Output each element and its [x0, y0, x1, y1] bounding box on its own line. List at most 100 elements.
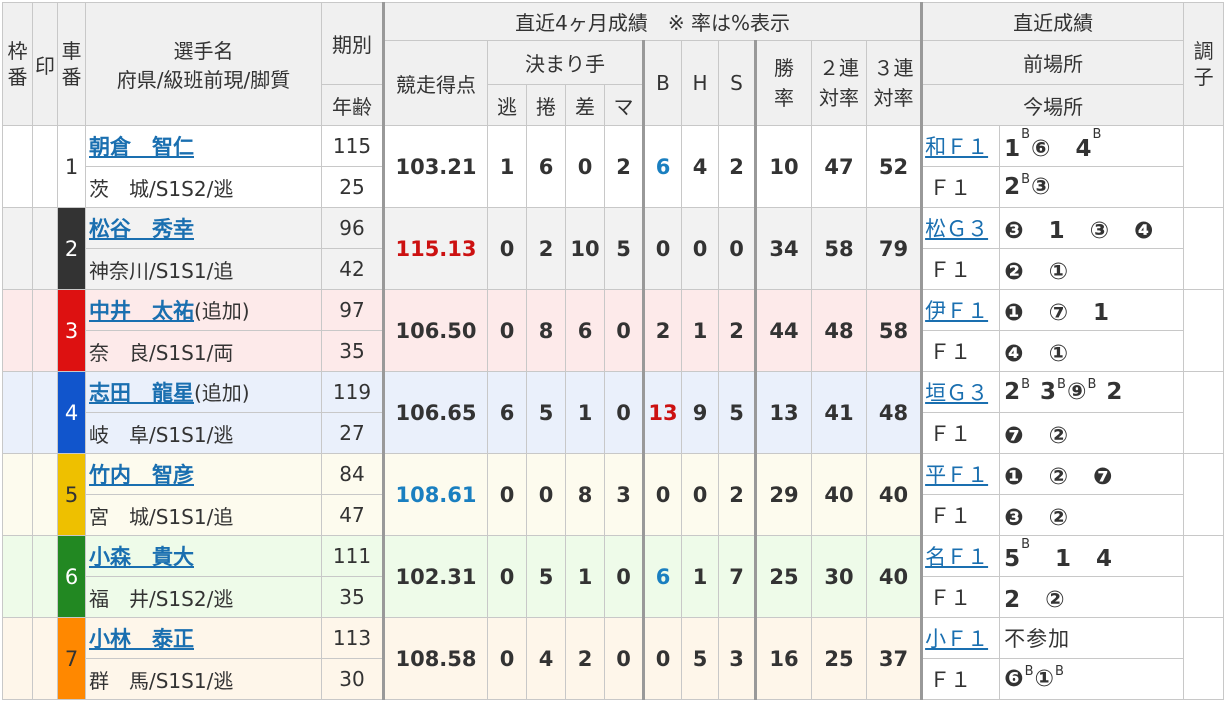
mark-cell — [32, 453, 58, 536]
car-number: 4 — [57, 371, 86, 454]
nige-cell: 0 — [487, 207, 527, 290]
rider-name-link[interactable]: 中井 太祐 — [89, 299, 194, 323]
s-cell: 5 — [718, 371, 756, 454]
mark-k-cell: 0 — [604, 535, 644, 618]
condition-cell — [1183, 453, 1225, 536]
prev-result: ❶ ⑦ 1 — [999, 289, 1185, 331]
term-cell: 115 — [321, 125, 384, 167]
sashi-cell: 1 — [565, 371, 605, 454]
makuri-cell: 8 — [526, 289, 566, 372]
nige-cell: 0 — [487, 535, 527, 618]
s-cell: 2 — [718, 125, 756, 208]
s-cell: 2 — [718, 453, 756, 536]
rider-name-cell: 小林 泰正 — [85, 617, 322, 659]
recent-results-header: 直近成績 — [920, 2, 1185, 41]
rider-name-cell: 中井 太祐(追加) — [85, 289, 322, 331]
cur-venue-cell: Ｆ１ — [920, 576, 1001, 618]
rider-name-link[interactable]: 朝倉 智仁 — [89, 135, 194, 159]
prev-venue-link[interactable]: 小Ｆ１ — [925, 627, 988, 651]
score-cell: 108.61 — [382, 453, 488, 536]
rider-name-link[interactable]: 小林 泰正 — [89, 627, 194, 651]
added-note: (追加) — [194, 381, 250, 405]
rider-sub-info: 岐 阜/S1S1/逃 — [85, 412, 322, 454]
rider-name-cell: 朝倉 智仁 — [85, 125, 322, 167]
condition-cell — [1183, 207, 1225, 290]
prev-venue-link[interactable]: 伊Ｆ１ — [925, 299, 988, 323]
prev-venue-link[interactable]: 垣Ｇ３ — [925, 381, 988, 405]
car-number: 3 — [57, 289, 86, 372]
table-header: 枠番 印 車番 選手名 府県/級班前現/脚質 期別 直近4ヶ月成績 ※ 率は%表… — [2, 2, 1225, 126]
car-number: 7 — [57, 617, 86, 700]
makuri-cell: 2 — [526, 207, 566, 290]
rider-sub-info: 群 馬/S1S1/逃 — [85, 658, 322, 700]
mark-cell — [32, 125, 58, 208]
prev-venue-cell: 伊Ｆ１ — [920, 289, 1001, 331]
score-cell: 106.65 — [382, 371, 488, 454]
cur-venue-cell: Ｆ１ — [920, 494, 1001, 536]
rider-name-cell: 小森 貴大 — [85, 535, 322, 577]
rider-sub-info: 神奈川/S1S1/追 — [85, 248, 322, 290]
prev-venue-link[interactable]: 和Ｆ１ — [925, 135, 988, 159]
cur-venue-cell: Ｆ１ — [920, 330, 1001, 372]
term-cell: 84 — [321, 453, 384, 495]
ren3-rate-header: ３連 対率 — [865, 40, 923, 126]
ren3-rate-cell: 79 — [865, 207, 923, 290]
term-cell: 111 — [321, 535, 384, 577]
prev-venue-link[interactable]: 名Ｆ１ — [925, 545, 988, 569]
sashi-cell: 0 — [565, 125, 605, 208]
rider-name-link[interactable]: 小森 貴大 — [89, 545, 194, 569]
makuri-cell: 4 — [526, 617, 566, 700]
ren3-rate-cell: 58 — [865, 289, 923, 372]
rider-name-link[interactable]: 志田 龍星 — [89, 381, 194, 405]
cur-venue-cell: Ｆ１ — [920, 412, 1001, 454]
ren2-rate-cell: 41 — [811, 371, 867, 454]
added-note: (追加) — [194, 299, 250, 323]
rider-name-cell: 竹内 智彦 — [85, 453, 322, 495]
term-header: 期別 — [321, 2, 384, 85]
rider-row: 2 松谷 秀幸 96 115.13 0 2 10 5 0 0 0 34 58 79 松Ｇ３ ❸ 1 ③ ❹ — [2, 207, 1225, 290]
score-cell: 108.58 — [382, 617, 488, 700]
ren2-rate-header: ２連 対率 — [811, 40, 867, 126]
mark-cell — [32, 617, 58, 700]
cur-result: ❼ ② — [999, 412, 1185, 454]
rider-row: 4 志田 龍星(追加) 119 106.65 6 5 1 0 13 9 5 13 41 48 垣Ｇ３ 2B 3… — [2, 371, 1225, 454]
s-cell: 0 — [718, 207, 756, 290]
age-cell: 35 — [321, 330, 384, 372]
prev-venue-link[interactable]: 平Ｆ１ — [925, 463, 988, 487]
age-cell: 25 — [321, 166, 384, 208]
prev-result: 5B 1 4 — [999, 535, 1185, 577]
rider-name-cell: 松谷 秀幸 — [85, 207, 322, 249]
waku-cell — [2, 371, 33, 454]
h-cell: 1 — [681, 535, 719, 618]
sashi-cell: 6 — [565, 289, 605, 372]
term-cell: 96 — [321, 207, 384, 249]
ren2-rate-cell: 25 — [811, 617, 867, 700]
sashi-cell: 8 — [565, 453, 605, 536]
rider-sub-info: 福 井/S1S2/逃 — [85, 576, 322, 618]
b-cell: 2 — [642, 289, 682, 372]
ren2-rate-cell: 47 — [811, 125, 867, 208]
prev-venue-link[interactable]: 松Ｇ３ — [925, 217, 988, 241]
rider-name-link[interactable]: 松谷 秀幸 — [89, 217, 194, 241]
b-cell: 6 — [642, 125, 682, 208]
rider-row: 3 中井 太祐(追加) 97 106.50 0 8 6 0 2 1 2 44 48 58 伊Ｆ１ ❶ ⑦ 1 — [2, 289, 1225, 372]
makuri-cell: 6 — [526, 125, 566, 208]
condition-header: 調子 — [1183, 2, 1225, 126]
prev-venue-cell: 松Ｇ３ — [920, 207, 1001, 249]
rider-name-link[interactable]: 竹内 智彦 — [89, 463, 194, 487]
nige-cell: 6 — [487, 371, 527, 454]
mark-k-cell: 0 — [604, 371, 644, 454]
ren2-rate-cell: 30 — [811, 535, 867, 618]
prev-venue-cell: 平Ｆ１ — [920, 453, 1001, 495]
cur-result: 2 ② — [999, 576, 1185, 618]
cur-venue-header: 今場所 — [920, 84, 1185, 126]
score-cell: 115.13 — [382, 207, 488, 290]
prev-venue-cell: 垣Ｇ３ — [920, 371, 1001, 413]
nige-cell: 0 — [487, 453, 527, 536]
h-cell: 1 — [681, 289, 719, 372]
car-number: 2 — [57, 207, 86, 290]
player-sub-header: 府県/級班前現/脚質 — [116, 68, 291, 92]
prev-result: 不参加 — [999, 617, 1185, 659]
rider-row: 7 小林 泰正 113 108.58 0 4 2 0 0 5 3 16 25 37 小Ｆ１ 不参加 — [2, 617, 1225, 700]
prev-result: 2B 3B⑨B 2 — [999, 371, 1185, 413]
